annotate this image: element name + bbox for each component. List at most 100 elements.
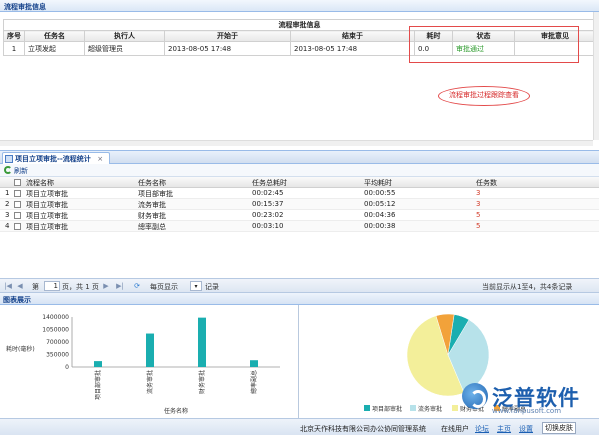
per-page-select[interactable]: ▾ <box>190 281 202 291</box>
prev-page-button[interactable]: ◀ <box>16 282 24 290</box>
legend-swatch <box>410 405 416 411</box>
cell-end: 2013-08-05 17:48 <box>290 41 415 56</box>
company-name: 北京天作科技有限公司办公协同管理系统 <box>300 425 426 433</box>
online-users-label: 在线用户 <box>441 425 469 433</box>
chart-divider <box>298 305 299 418</box>
approval-panel-title: 流程审批信息 <box>0 0 599 12</box>
col-index: 序号 <box>3 30 25 42</box>
col-total-time[interactable]: 任务总耗时 <box>252 178 287 188</box>
cell-executor: 超级管理员 <box>84 41 165 56</box>
x-tick-label: 项目部审批 <box>94 370 102 400</box>
cell-task: 立项发起 <box>24 41 85 56</box>
logo-url: www.fanpusoft.com <box>492 407 562 415</box>
x-tick-label: 總率副总 <box>250 370 258 394</box>
table-row[interactable]: 2 项目立项审批 流务审批 00:15:37 00:05:12 3 <box>0 199 599 210</box>
col-avg-time[interactable]: 平均耗时 <box>364 178 392 188</box>
cell-count: 3 <box>476 200 481 208</box>
logo-icon <box>462 383 488 409</box>
horizontal-scrollbar[interactable] <box>0 140 593 146</box>
col-end: 结束于 <box>290 30 415 42</box>
col-task: 任务名 <box>24 30 85 42</box>
bar-chart: 1400000 1050000 700000 350000 0 耗时(毫秒) 项目部审批 流务… <box>6 314 280 415</box>
cell-start: 2013-08-05 17:48 <box>164 41 291 56</box>
next-page-button[interactable]: ▶ <box>102 282 110 290</box>
table-row[interactable]: 3 项目立项审批 财务审批 00:23:02 00:04:36 5 <box>0 210 599 221</box>
close-icon[interactable]: × <box>97 155 103 163</box>
y-tick-label: 700000 <box>46 339 69 346</box>
y-axis-title: 耗时(毫秒) <box>6 345 35 353</box>
page-total: 页，共 1 页 <box>62 283 99 291</box>
cell-avg: 00:00:55 <box>364 189 396 197</box>
status-bar: 北京天作科技有限公司办公协同管理系统 在线用户 论坛 主页 设置 切换皮肤 <box>0 418 599 435</box>
cell-avg: 00:00:38 <box>364 222 396 230</box>
table-row[interactable]: 1 项目立项审批 项目部审批 00:02:45 00:00:55 3 <box>0 188 599 199</box>
page-number-input[interactable]: 1 <box>44 281 60 291</box>
pager-summary: 当前显示从1至4，共4条记录 <box>482 283 573 291</box>
select-all-checkbox[interactable] <box>14 179 21 186</box>
cell-total: 00:15:37 <box>252 200 284 208</box>
app-root: 流程审批信息 流程审批信息 序号 任务名 执行人 开始于 结束于 耗时 状态 审… <box>0 0 599 435</box>
callout-annotation: 流程审批过程跟踪查看 <box>438 86 530 106</box>
col-process[interactable]: 流程名称 <box>26 178 54 188</box>
bar <box>146 333 154 367</box>
refresh-icon <box>4 166 12 174</box>
brand-logo: 泛普软件 www.fanpusoft.com <box>462 381 598 417</box>
col-start: 开始于 <box>164 30 291 42</box>
settings-link[interactable]: 设置 <box>519 424 533 434</box>
cell-count: 3 <box>476 189 481 197</box>
y-tick-label: 1400000 <box>42 314 69 321</box>
legend-swatch <box>452 405 458 411</box>
cell-index: 1 <box>3 41 25 56</box>
refresh-button[interactable]: 刷新 <box>4 166 28 176</box>
cell-count: 5 <box>476 222 481 230</box>
row-checkbox[interactable] <box>14 190 21 197</box>
reload-icon[interactable]: ⟳ <box>133 282 141 290</box>
y-tick-label: 0 <box>65 364 69 371</box>
row-checkbox[interactable] <box>14 223 21 230</box>
cell-total: 00:03:10 <box>252 222 284 230</box>
cell-process: 项目立项审批 <box>26 212 68 220</box>
grid-toolbar: 刷新 <box>0 164 599 177</box>
col-task-count[interactable]: 任务数 <box>476 178 497 188</box>
cell-task: 流务审批 <box>138 201 166 209</box>
cell-total: 00:02:45 <box>252 189 284 197</box>
x-axis-title: 任务名称 <box>164 407 188 415</box>
bar <box>198 317 206 367</box>
cell-task: 项目部审批 <box>138 190 173 198</box>
cell-task: 财务审批 <box>138 212 166 220</box>
cell-avg: 00:05:12 <box>364 200 396 208</box>
col-task-name[interactable]: 任务名称 <box>138 178 166 188</box>
y-tick-label: 1050000 <box>42 327 69 334</box>
row-number: 2 <box>5 200 10 208</box>
window-icon <box>5 155 13 163</box>
cell-count: 5 <box>476 211 481 219</box>
row-number: 3 <box>5 211 10 219</box>
legend-label: 流务审批 <box>418 405 442 413</box>
cell-process: 项目立项审批 <box>26 190 68 198</box>
tab-strip: 项目立项审批--流程统计 × <box>0 150 599 165</box>
y-tick-label: 350000 <box>46 352 69 359</box>
chart-panel-title: 图表展示 <box>0 293 599 305</box>
legend-swatch <box>364 405 370 411</box>
row-checkbox[interactable] <box>14 212 21 219</box>
refresh-label: 刷新 <box>14 167 28 175</box>
row-number: 4 <box>5 222 10 230</box>
forum-link[interactable]: 论坛 <box>475 424 489 434</box>
row-checkbox[interactable] <box>14 201 21 208</box>
homepage-link[interactable]: 主页 <box>497 424 511 434</box>
col-executor: 执行人 <box>84 30 165 42</box>
row-number: 1 <box>5 189 10 197</box>
cell-process: 项目立项审批 <box>26 223 68 231</box>
x-tick-label: 流务审批 <box>146 370 154 394</box>
bar <box>94 361 102 367</box>
switch-skin-select[interactable]: 切换皮肤 <box>542 422 576 434</box>
table-row[interactable]: 4 项目立项审批 總率副总 00:03:10 00:00:38 5 <box>0 221 599 232</box>
page-label: 第 <box>32 283 39 291</box>
last-page-button[interactable]: ▶| <box>116 282 124 290</box>
records-label: 记录 <box>205 283 219 291</box>
cell-process: 项目立项审批 <box>26 201 68 209</box>
legend-label: 项目部审批 <box>372 405 402 413</box>
highlight-box <box>409 26 579 63</box>
vertical-scrollbar[interactable] <box>593 12 599 140</box>
first-page-button[interactable]: |◀ <box>4 282 12 290</box>
